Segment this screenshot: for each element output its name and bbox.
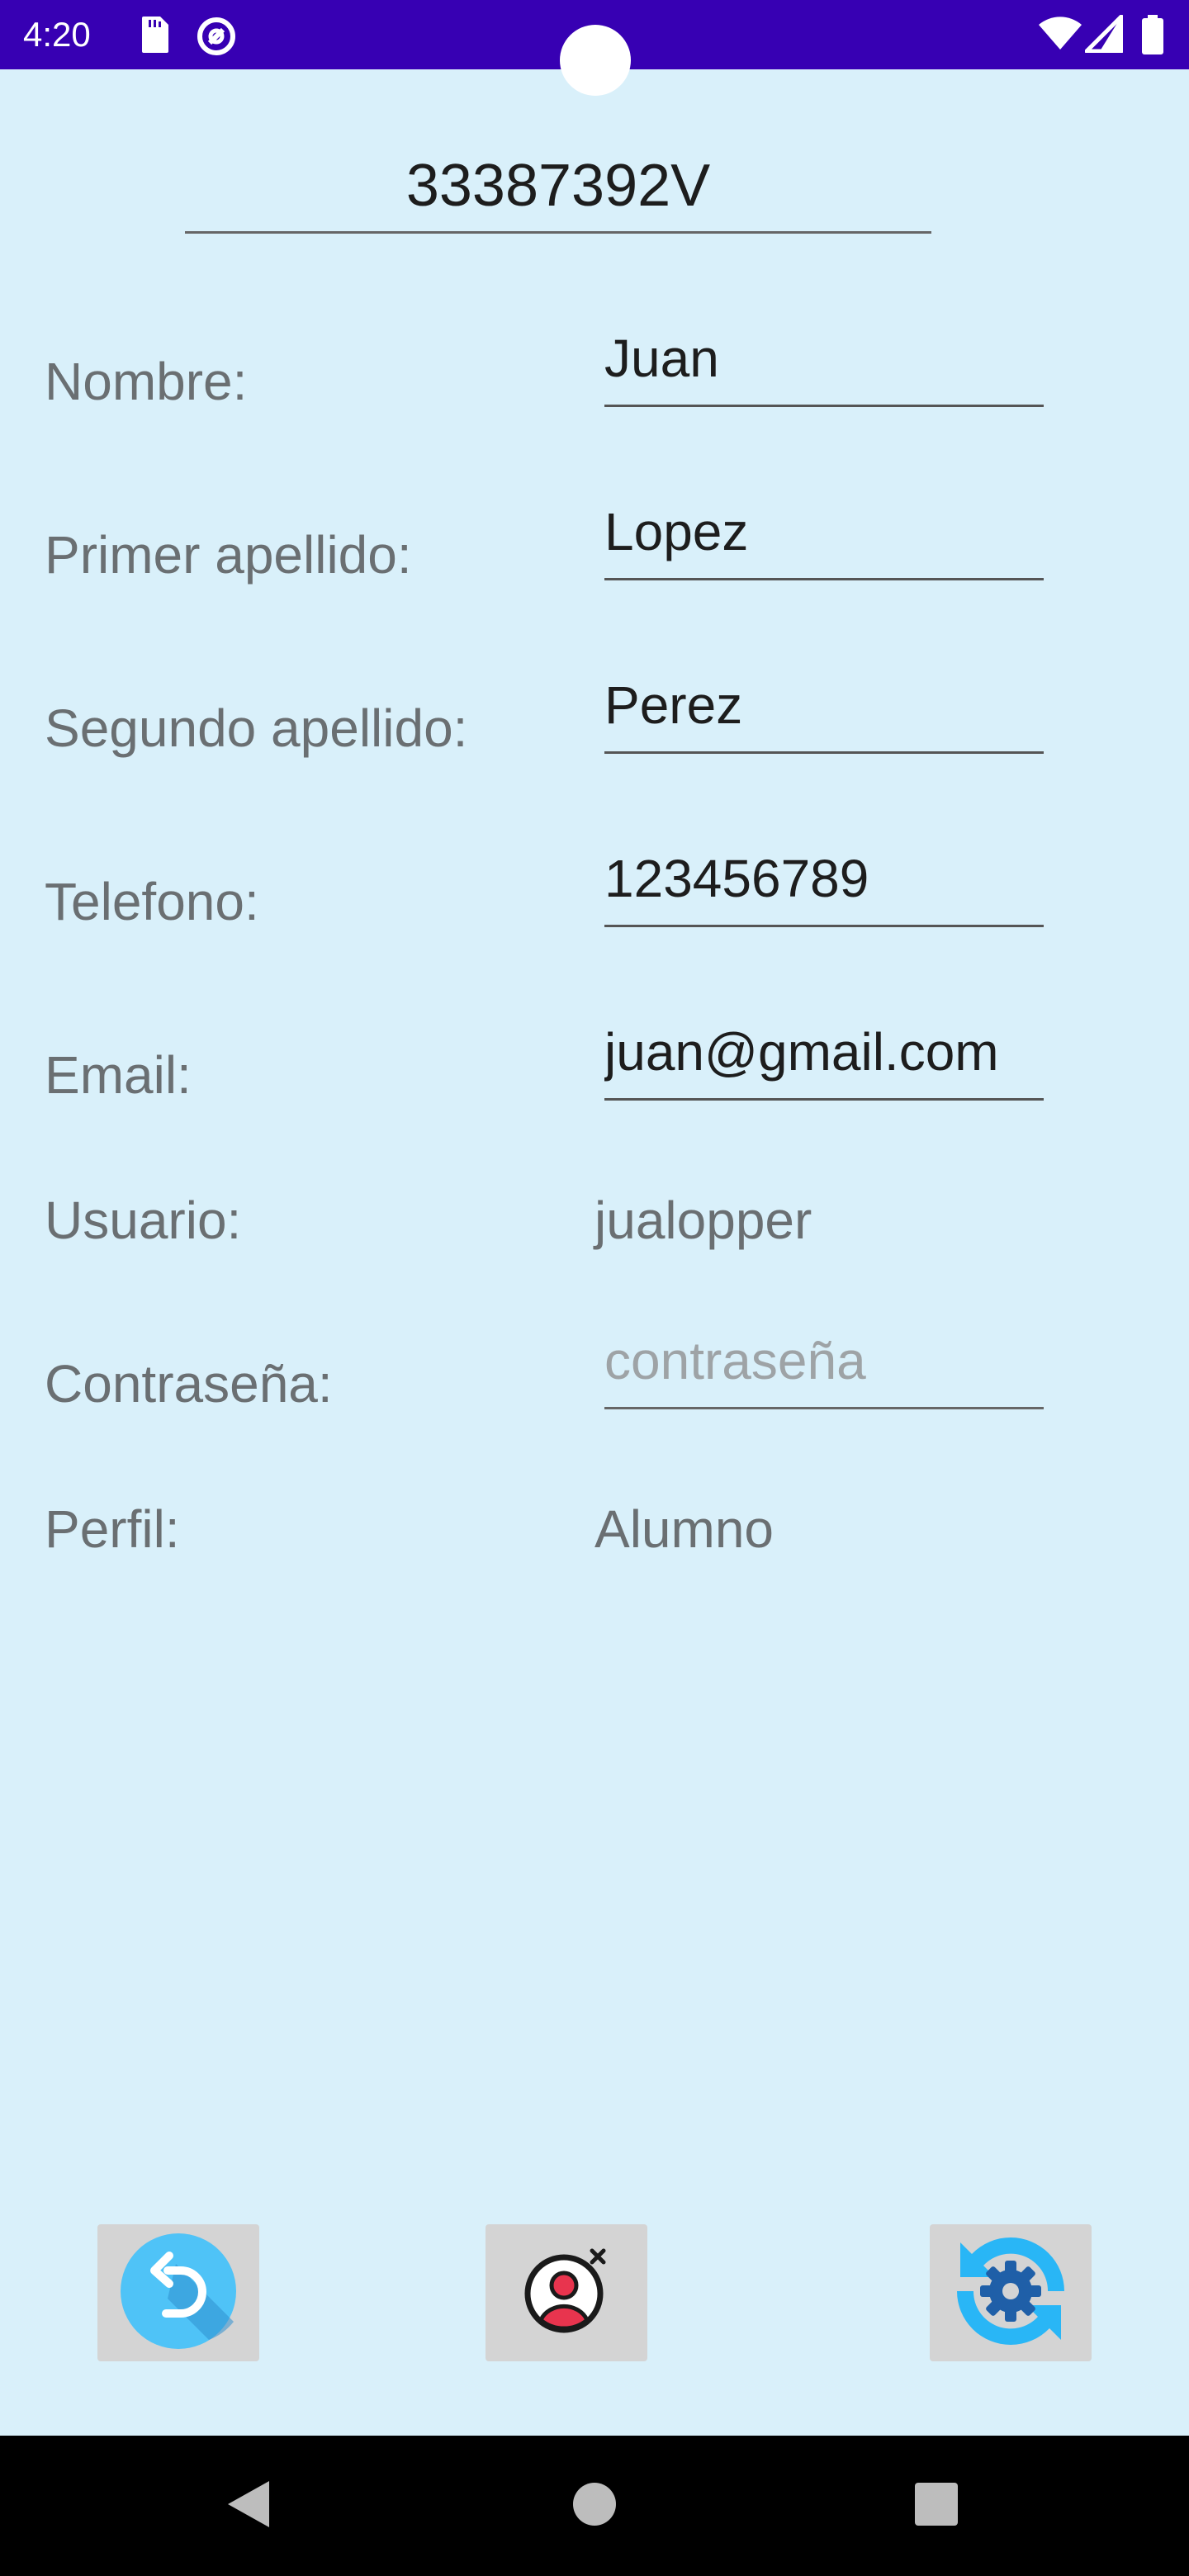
telefono-input[interactable]: 123456789 — [604, 845, 1044, 927]
segundo-apellido-label: Segundo apellido: — [45, 698, 468, 758]
status-time: 4:20 — [23, 15, 91, 54]
contrasena-label: Contraseña: — [45, 1354, 333, 1413]
navigation-bar — [0, 2436, 1189, 2576]
perfil-label: Perfil: — [45, 1499, 180, 1559]
home-circle-icon — [571, 2481, 618, 2531]
perfil-value: Alumno — [594, 1499, 774, 1559]
remove-user-icon — [521, 2246, 612, 2341]
data-saver-icon — [195, 15, 238, 62]
contrasena-input[interactable]: contraseña — [604, 1328, 1044, 1409]
segundo-apellido-input[interactable]: Perez — [604, 672, 1044, 754]
camera-cutout — [560, 25, 631, 96]
primer-apellido-label: Primer apellido: — [45, 525, 412, 585]
nombre-label: Nombre: — [45, 352, 248, 411]
primer-apellido-input[interactable]: Lopez — [604, 499, 1044, 580]
recents-square-icon — [913, 2481, 959, 2531]
nombre-input[interactable]: Juan — [604, 325, 1044, 407]
undo-arrow-icon — [118, 2231, 239, 2356]
sync-settings-icon — [950, 2231, 1071, 2356]
usuario-label: Usuario: — [45, 1191, 242, 1250]
wifi-icon — [1039, 15, 1082, 55]
back-triangle-icon — [225, 2479, 271, 2533]
telefono-label: Telefono: — [45, 872, 259, 931]
nav-home-button[interactable] — [553, 2436, 636, 2576]
signal-icon — [1084, 14, 1124, 57]
delete-user-button[interactable] — [486, 2224, 647, 2361]
email-input[interactable]: juan@gmail.com — [604, 1019, 1044, 1101]
sd-card-icon — [137, 15, 170, 59]
dni-field[interactable]: 33387392V — [185, 140, 931, 234]
back-button[interactable] — [97, 2224, 259, 2361]
email-label: Email: — [45, 1045, 192, 1105]
usuario-value: jualopper — [594, 1191, 812, 1250]
battery-icon — [1141, 15, 1164, 59]
update-settings-button[interactable] — [930, 2224, 1092, 2361]
nav-back-button[interactable] — [206, 2436, 289, 2576]
nav-recents-button[interactable] — [895, 2436, 978, 2576]
